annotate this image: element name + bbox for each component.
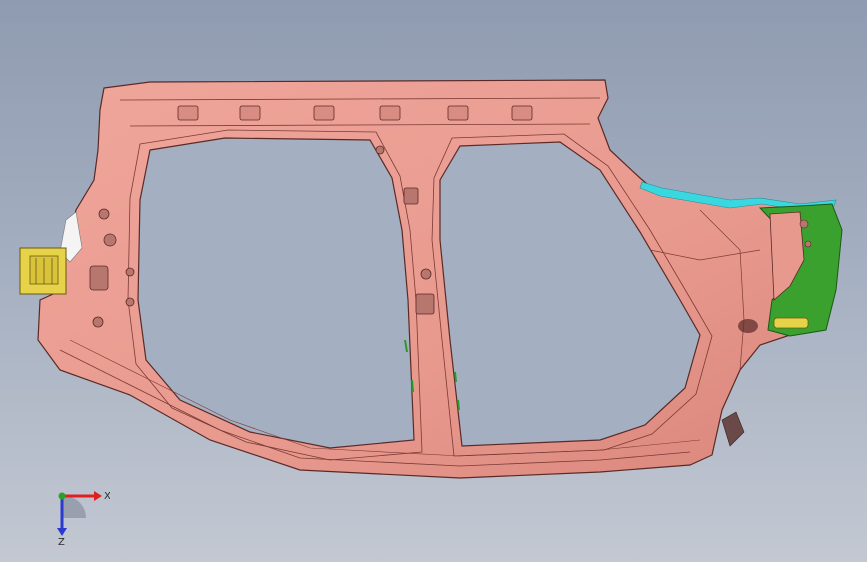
z-axis-arrow-icon: [57, 528, 67, 536]
z-axis-label: Z: [58, 537, 65, 546]
yellow-bracket[interactable]: [19, 247, 67, 295]
x-axis-arrow-icon: [94, 491, 102, 501]
3d-viewport[interactable]: X Z: [0, 0, 867, 562]
triad-shadow-icon: [62, 495, 87, 518]
coordinate-triad: X Z: [57, 491, 110, 546]
side-panel-model[interactable]: [0, 0, 867, 562]
x-axis-label: X: [104, 491, 110, 502]
origin-icon: [58, 492, 66, 500]
wheel-arch-detail: [721, 411, 745, 447]
